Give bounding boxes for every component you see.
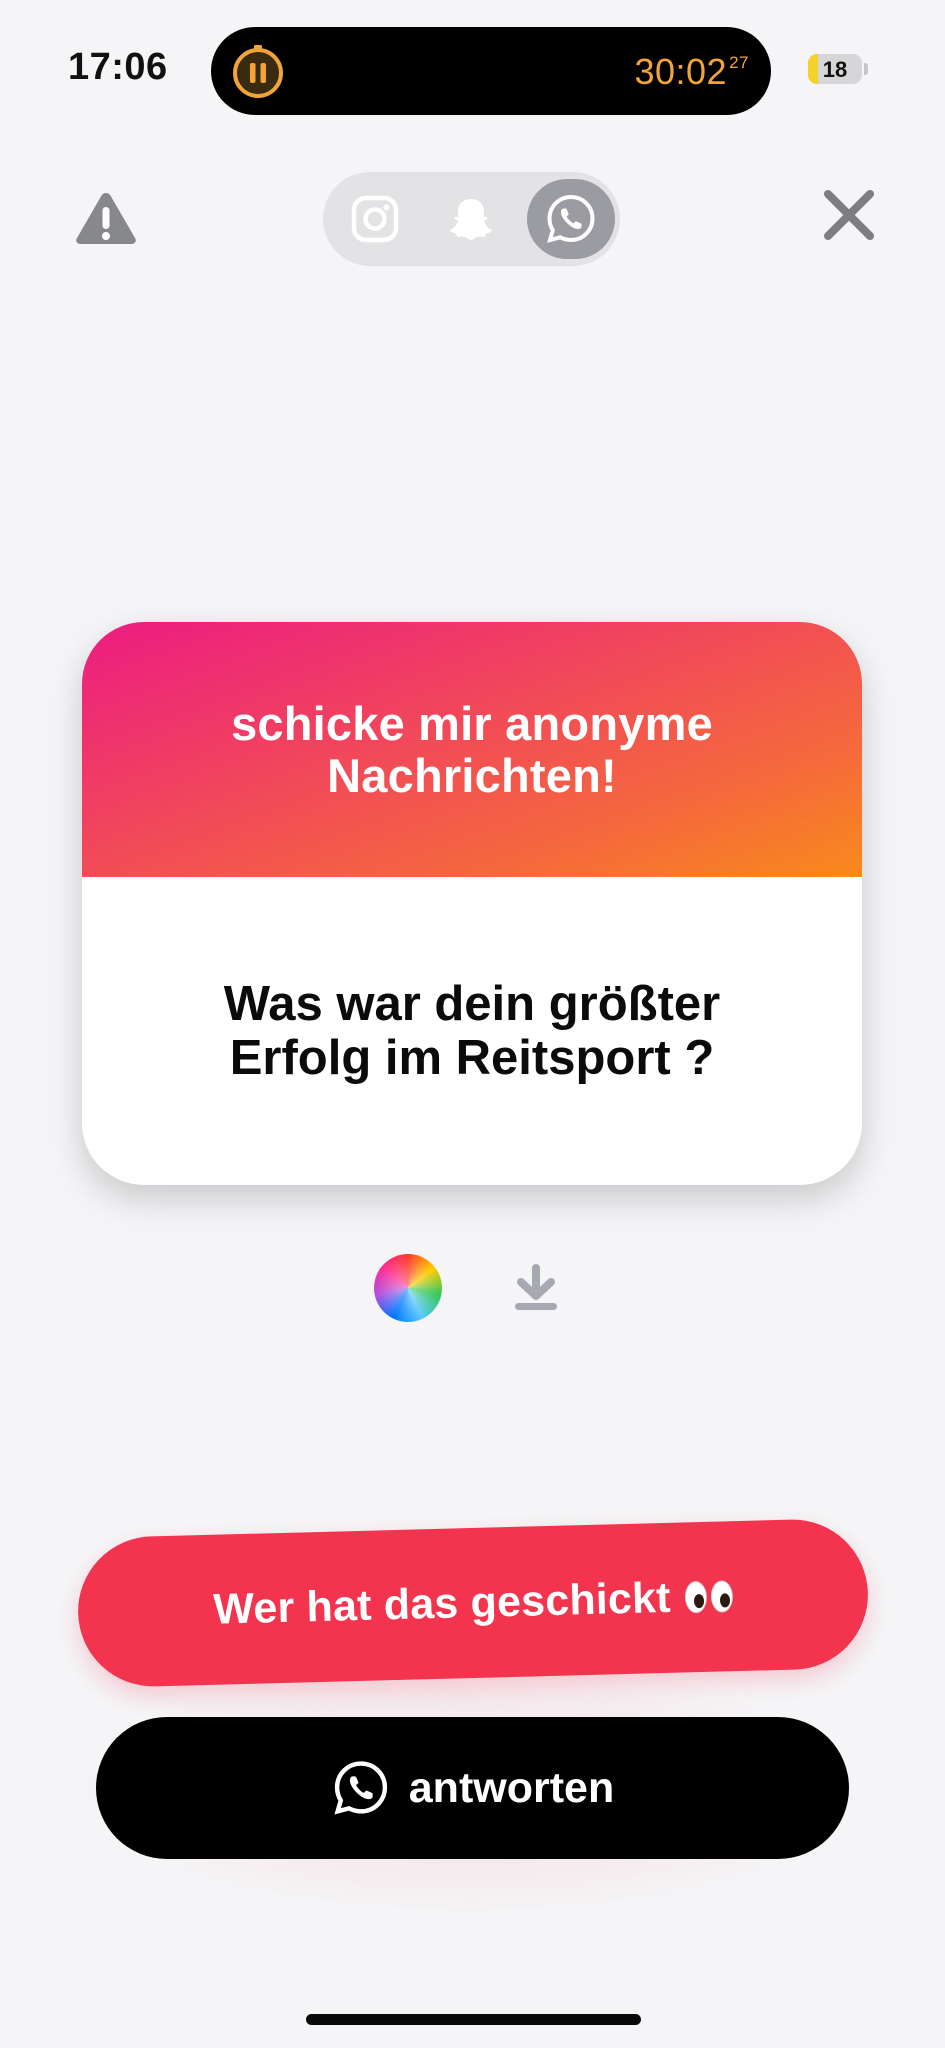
timer-value: 30:02 bbox=[634, 51, 728, 92]
snapchat-ghost-icon bbox=[450, 199, 492, 240]
card-title: schicke mir anonyme Nachrichten! bbox=[231, 696, 713, 802]
who-sent-label: Wer hat das geschickt bbox=[212, 1573, 672, 1634]
whatsapp-icon bbox=[334, 1761, 387, 1815]
close-x-icon[interactable] bbox=[820, 186, 878, 244]
instagram-icon bbox=[351, 195, 399, 243]
card-question: Was war dein größter Erfolg im Reitsport… bbox=[223, 977, 721, 1085]
share-platform-switch bbox=[323, 172, 620, 266]
reply-button[interactable]: antworten bbox=[96, 1717, 849, 1859]
share-option-snapchat[interactable] bbox=[427, 179, 515, 259]
color-wheel-icon[interactable] bbox=[374, 1254, 442, 1322]
card-header: schicke mir anonyme Nachrichten! bbox=[82, 622, 862, 877]
whatsapp-icon bbox=[547, 194, 595, 243]
warning-triangle-icon[interactable] bbox=[74, 190, 138, 246]
home-indicator[interactable] bbox=[306, 2014, 641, 2025]
timer-fraction: 27 bbox=[729, 53, 749, 72]
battery-level: 18 bbox=[822, 57, 848, 82]
eyes-emoji bbox=[684, 1580, 734, 1614]
eye-right bbox=[710, 1580, 734, 1613]
dynamic-island[interactable]: 30:02 27 bbox=[211, 27, 771, 115]
share-option-instagram[interactable] bbox=[331, 179, 419, 259]
question-card: schicke mir anonyme Nachrichten! Was war… bbox=[82, 622, 862, 1185]
download-icon[interactable] bbox=[512, 1260, 560, 1312]
status-time: 17:06 bbox=[68, 46, 168, 88]
battery-indicator: 18 bbox=[808, 54, 862, 84]
share-option-whatsapp[interactable] bbox=[527, 179, 615, 259]
who-sent-button[interactable]: Wer hat das geschickt bbox=[76, 1517, 870, 1689]
reply-label: antworten bbox=[408, 1763, 615, 1812]
timer-readout: 30:02 27 bbox=[634, 51, 749, 93]
eye-left bbox=[684, 1580, 708, 1614]
card-body: Was war dein größter Erfolg im Reitsport… bbox=[82, 877, 862, 1185]
stopwatch-pause-icon bbox=[233, 45, 283, 98]
screen: 17:06 30:02 27 18 schicke mir anonyme Na… bbox=[0, 0, 945, 2048]
battery-cap bbox=[864, 63, 868, 75]
